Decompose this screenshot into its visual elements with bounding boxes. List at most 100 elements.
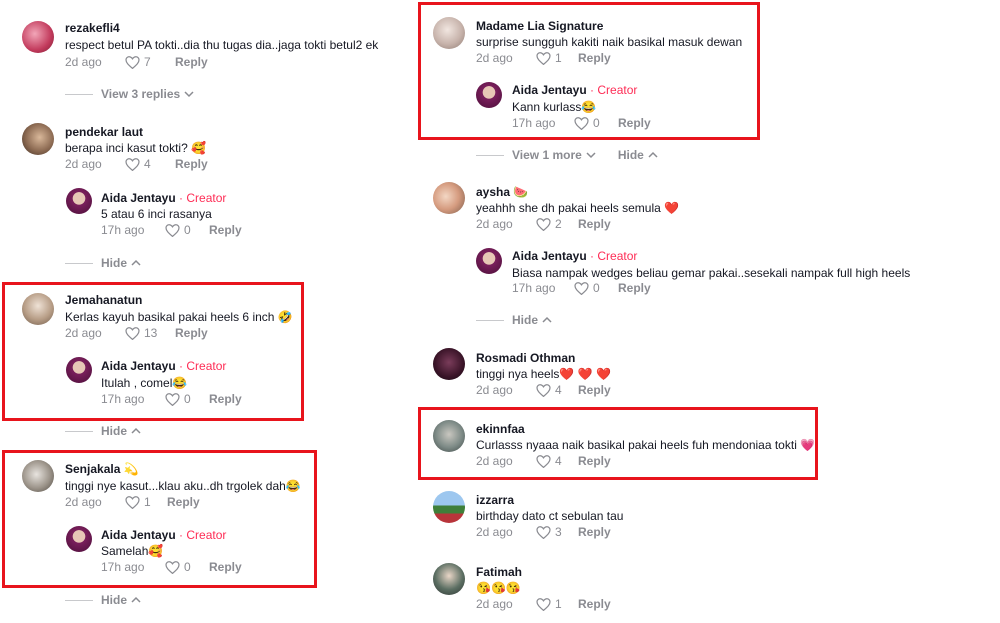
commenter-name[interactable]: rezakefli4 [65,21,120,35]
divider-line [65,599,93,601]
avatar[interactable] [22,21,54,53]
like-button[interactable]: 1 [536,51,578,65]
comment-text: tinggi nya heels❤️ ❤️ ❤️ [476,367,611,381]
hide-replies-button[interactable]: Hide [65,593,141,607]
reply-button[interactable]: Reply [175,326,208,340]
reply-author[interactable]: Aida Jentayu · Creator [101,528,226,542]
view-more-button[interactable]: View 1 more [512,148,596,162]
reply-button[interactable]: Reply [578,217,611,231]
like-count: 0 [184,392,191,406]
creator-badge: · Creator [586,83,638,97]
reply-button[interactable]: Reply [578,51,611,65]
heart-outline-icon [165,560,180,574]
reply-author[interactable]: Aida Jentayu · Creator [512,249,637,263]
divider-line [65,430,93,432]
comment-meta: 2d ago 1 Reply [476,51,611,65]
like-button[interactable]: 0 [165,560,209,574]
creator-avatar[interactable] [66,357,92,383]
reply-author[interactable]: Aida Jentayu · Creator [101,191,226,205]
hide-replies-button[interactable]: Hide [65,424,141,438]
avatar[interactable] [433,17,465,49]
avatar[interactable] [22,293,54,325]
reply-author[interactable]: Aida Jentayu · Creator [512,83,637,97]
reply-button[interactable]: Reply [578,454,611,468]
like-button[interactable]: 1 [125,495,167,509]
reply-date: 17h ago [512,281,556,295]
creator-avatar[interactable] [66,188,92,214]
like-button[interactable]: 0 [165,392,209,406]
avatar[interactable] [433,182,465,214]
reply-button[interactable]: Reply [175,55,208,69]
avatar[interactable] [433,491,465,523]
like-button[interactable]: 7 [125,55,175,69]
like-button[interactable]: 4 [536,383,578,397]
avatar[interactable] [433,420,465,452]
like-button[interactable]: 3 [536,525,578,539]
creator-avatar[interactable] [476,248,502,274]
view-replies-button[interactable]: View 3 replies [65,87,194,101]
commenter-name[interactable]: Jemahanatun [65,293,142,307]
like-count: 7 [144,55,151,69]
heart-outline-icon [536,525,551,539]
comment-meta: 2d ago 2 Reply [476,217,611,231]
like-count: 3 [555,525,562,539]
avatar[interactable] [22,123,54,155]
creator-avatar[interactable] [66,526,92,552]
reply-text: Kann kurlass😂 [512,100,597,114]
reply-author-name: Aida Jentayu [512,83,587,97]
like-button[interactable]: 0 [574,116,618,130]
reply-button[interactable]: Reply [167,495,200,509]
avatar[interactable] [22,460,54,492]
reply-button[interactable]: Reply [618,116,651,130]
comment-rosmadi: Rosmadi Othman tinggi nya heels❤️ ❤️ ❤️ … [433,348,953,398]
chevron-up-icon [131,427,141,434]
reply-button[interactable]: Reply [618,281,651,295]
comment-date: 2d ago [476,525,513,539]
view-more-label: View 1 more [512,148,582,162]
comment-date: 2d ago [65,55,102,69]
reply-button[interactable]: Reply [209,223,242,237]
comment-pendekar: pendekar laut berapa inci kasut tokti? 🥰… [22,122,422,272]
like-button[interactable]: 4 [536,454,578,468]
like-count: 0 [184,560,191,574]
commenter-name[interactable]: Fatimah [476,565,522,579]
like-button[interactable]: 1 [536,597,578,611]
hide-replies-button[interactable]: Hide [618,148,658,162]
commenter-name[interactable]: aysha 🍉 [476,185,528,199]
reply-author-name: Aida Jentayu [101,191,176,205]
commenter-name[interactable]: pendekar laut [65,125,143,139]
like-count: 4 [144,157,151,171]
comment-text: berapa inci kasut tokti? 🥰 [65,141,207,155]
commenter-name[interactable]: Senjakala 💫 [65,462,139,476]
reply-button[interactable]: Reply [578,525,611,539]
commenter-name[interactable]: Madame Lia Signature [476,19,603,33]
comment-meta: 2d ago 13 Reply [65,326,208,340]
reply-button[interactable]: Reply [209,392,242,406]
reply-button[interactable]: Reply [578,383,611,397]
like-button[interactable]: 13 [125,326,175,340]
reply-text: Itulah , comel😂 [101,376,188,390]
commenter-name[interactable]: ekinnfaa [476,422,525,436]
commenter-name[interactable]: izzarra [476,493,514,507]
avatar[interactable] [433,348,465,380]
creator-avatar[interactable] [476,82,502,108]
thread-controls: View 1 more Hide [476,148,658,162]
like-button[interactable]: 4 [125,157,175,171]
comment-date: 2d ago [476,217,513,231]
reply-button[interactable]: Reply [578,597,611,611]
creator-badge: · Creator [175,359,227,373]
reply-date: 17h ago [512,116,556,130]
hide-replies-button[interactable]: Hide [476,313,552,327]
like-button[interactable]: 2 [536,217,578,231]
like-count: 2 [555,217,562,231]
reply-button[interactable]: Reply [209,560,242,574]
heart-outline-icon [125,326,140,340]
avatar[interactable] [433,563,465,595]
reply-author[interactable]: Aida Jentayu · Creator [101,359,226,373]
like-button[interactable]: 0 [165,223,209,237]
hide-replies-button[interactable]: Hide [65,256,141,270]
chevron-down-icon [586,152,596,159]
like-button[interactable]: 0 [574,281,618,295]
reply-button[interactable]: Reply [175,157,208,171]
commenter-name[interactable]: Rosmadi Othman [476,351,575,365]
